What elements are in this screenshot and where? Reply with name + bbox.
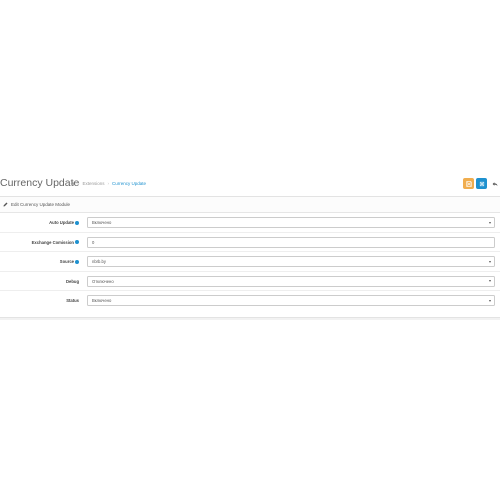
breadcrumb: › Extensions › Currency Update bbox=[70, 181, 146, 186]
breadcrumb-separator: › bbox=[78, 181, 80, 186]
form-row-source: Source nbrb.by bbox=[0, 252, 500, 272]
auto-update-select[interactable]: Включено bbox=[87, 217, 495, 228]
form-row-auto-update: Auto Update Включено bbox=[0, 213, 500, 233]
page-header: Currency Update › Extensions › Currency … bbox=[0, 175, 500, 193]
cancel-button[interactable] bbox=[476, 178, 487, 189]
breadcrumb-item-extensions[interactable]: Extensions bbox=[83, 181, 105, 186]
save-icon bbox=[465, 180, 472, 187]
form-row-debug: Debug Отключено bbox=[0, 272, 500, 291]
breadcrumb-item-current[interactable]: Currency Update bbox=[112, 181, 146, 186]
form-row-exchange-comission: Exchange Comission 0 bbox=[0, 233, 500, 252]
debug-select[interactable]: Отключено bbox=[87, 275, 495, 287]
chevron-down-icon bbox=[489, 260, 491, 263]
source-select[interactable]: nbrb.by bbox=[87, 256, 495, 267]
field-label: Auto Update bbox=[49, 220, 79, 225]
edit-panel: Edit Currency Update Module Auto Update … bbox=[0, 196, 500, 318]
save-button[interactable] bbox=[463, 178, 474, 189]
page: Currency Update › Extensions › Currency … bbox=[0, 0, 500, 500]
field-label: Status bbox=[66, 298, 79, 303]
chevron-down-icon bbox=[489, 299, 491, 302]
chevron-down-icon bbox=[489, 221, 491, 224]
page-title: Currency Update bbox=[0, 177, 80, 189]
panel-title: Edit Currency Update Module bbox=[11, 202, 71, 207]
status-select[interactable]: Включено bbox=[87, 295, 495, 306]
exchange-comission-input[interactable]: 0 bbox=[87, 236, 495, 248]
pencil-icon bbox=[3, 202, 8, 207]
field-label: Source bbox=[60, 259, 79, 264]
help-icon[interactable] bbox=[75, 259, 79, 264]
home-icon[interactable] bbox=[70, 181, 75, 186]
breadcrumb-separator: › bbox=[107, 181, 110, 186]
undo-icon bbox=[492, 181, 497, 186]
reply-icon bbox=[479, 181, 484, 186]
chevron-down-icon bbox=[489, 280, 491, 282]
form-row-status: Status Включено bbox=[0, 291, 500, 311]
field-label: Debug bbox=[65, 278, 79, 284]
field-label: Exchange Comission bbox=[32, 240, 79, 245]
divider bbox=[0, 318, 500, 320]
help-icon[interactable] bbox=[75, 240, 79, 244]
back-button[interactable] bbox=[489, 178, 500, 189]
help-icon[interactable] bbox=[75, 220, 79, 225]
panel-heading: Edit Currency Update Module bbox=[0, 197, 500, 213]
